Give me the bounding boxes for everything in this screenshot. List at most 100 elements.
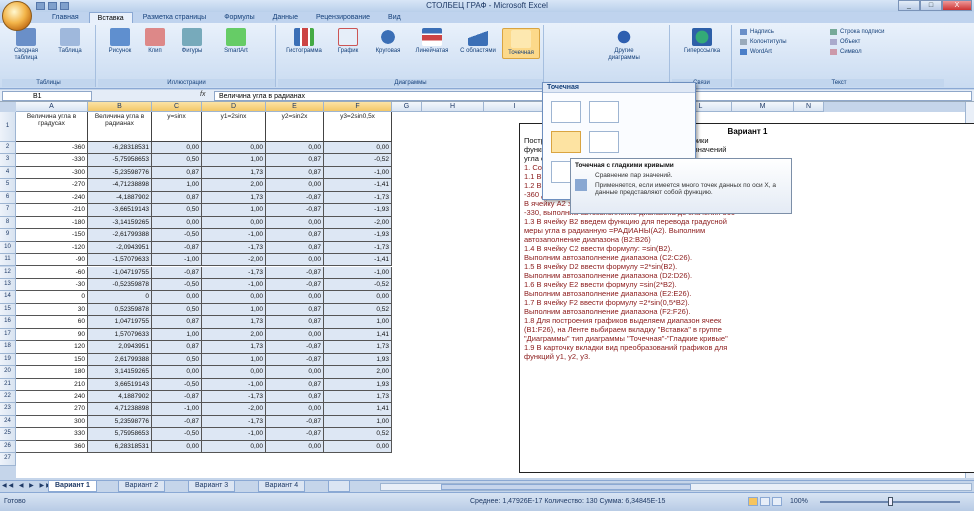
table-cell[interactable]: -1,73 (202, 415, 266, 429)
table-cell[interactable]: 0,87 (152, 166, 202, 180)
table-cell[interactable]: 0,87 (266, 229, 324, 242)
table-cell[interactable]: 1,00 (152, 179, 202, 192)
header-cell[interactable]: y3=2sin0,5x (324, 112, 392, 142)
table-cell[interactable]: 0,52359878 (88, 303, 152, 317)
normal-view-button[interactable] (748, 497, 758, 506)
table-cell[interactable]: 0,00 (266, 291, 324, 304)
table-cell[interactable]: -0,52 (324, 154, 392, 167)
table-cell[interactable]: 210 (16, 378, 88, 391)
table-cell[interactable]: 0,50 (152, 303, 202, 317)
row-header[interactable]: 2 (0, 142, 16, 155)
table-cell[interactable]: 1,73 (324, 341, 392, 354)
table-cell[interactable]: -0,87 (266, 415, 324, 429)
bar-chart-button[interactable]: Линейчатая (410, 28, 454, 55)
table-cell[interactable]: -210 (16, 204, 88, 217)
row-header[interactable]: 27 (0, 453, 16, 466)
table-cell[interactable]: -330 (16, 154, 88, 167)
scatter-smooth-lines-icon[interactable] (551, 131, 581, 153)
table-cell[interactable]: -2,61799388 (88, 229, 152, 242)
table-cell[interactable]: -0,87 (266, 428, 324, 441)
table-cell[interactable]: 0,00 (266, 179, 324, 192)
table-cell[interactable]: -1,73 (324, 191, 392, 205)
table-cell[interactable]: -0,87 (152, 391, 202, 404)
page-break-view-button[interactable] (772, 497, 782, 506)
textbox-item[interactable]: Надпись (740, 29, 774, 35)
smartart-button[interactable]: SmartArt (214, 28, 258, 55)
table-cell[interactable]: 0,50 (152, 204, 202, 217)
table-cell[interactable]: -0,87 (266, 204, 324, 217)
column-header-n[interactable]: N (794, 102, 824, 112)
table-cell[interactable]: -1,00 (202, 428, 266, 441)
column-header-d[interactable]: D (202, 102, 266, 112)
table-cell[interactable]: 0 (88, 291, 152, 304)
table-cell[interactable]: -6,28318531 (88, 142, 152, 155)
table-cell[interactable]: -0,50 (152, 278, 202, 292)
row-header[interactable]: 20 (0, 366, 16, 379)
table-cell[interactable]: -0,87 (152, 415, 202, 429)
table-cell[interactable]: -1,93 (324, 204, 392, 217)
tab-review[interactable]: Рецензирование (308, 12, 378, 23)
scatter-markers-only-icon[interactable] (551, 101, 581, 123)
table-cell[interactable]: -3,66519143 (88, 204, 152, 217)
table-cell[interactable]: -360 (16, 142, 88, 155)
tab-formulas[interactable]: Формулы (216, 12, 262, 23)
table-cell[interactable]: -5,23598776 (88, 166, 152, 180)
table-cell[interactable]: 0,87 (266, 316, 324, 329)
table-cell[interactable]: 0,00 (202, 440, 266, 454)
table-cell[interactable]: 0,00 (324, 142, 392, 155)
table-cell[interactable]: -180 (16, 216, 88, 230)
table-cell[interactable]: 240 (16, 391, 88, 404)
scatter-smooth-markers-icon[interactable] (589, 101, 619, 123)
table-cell[interactable]: -0,52359878 (88, 278, 152, 292)
table-cell[interactable]: -240 (16, 191, 88, 205)
shapes-button[interactable]: Фигуры (172, 28, 212, 55)
other-charts-button[interactable]: Другие диаграммы (598, 28, 650, 62)
table-cell[interactable]: -4,1887902 (88, 191, 152, 205)
scatter-straight-markers-icon[interactable] (589, 131, 619, 153)
table-cell[interactable]: -0,87 (266, 341, 324, 354)
table-cell[interactable]: 0,00 (266, 254, 324, 267)
table-cell[interactable]: 1,04719755 (88, 316, 152, 329)
table-cell[interactable]: -1,73 (324, 241, 392, 255)
page-layout-view-button[interactable] (760, 497, 770, 506)
table-cell[interactable]: -1,57079633 (88, 254, 152, 267)
table-cell[interactable]: 0,00 (152, 440, 202, 454)
table-cell[interactable]: 1,00 (202, 204, 266, 217)
table-cell[interactable]: 0,87 (266, 241, 324, 255)
row-header[interactable]: 4 (0, 166, 16, 180)
table-cell[interactable]: 1,93 (324, 378, 392, 391)
sheet-nav-buttons[interactable]: ◀◀ ◀ ▶ ▶▶ (2, 482, 53, 489)
table-cell[interactable]: 0,00 (266, 142, 324, 155)
table-cell[interactable]: 0,00 (266, 440, 324, 454)
table-cell[interactable]: 0,00 (266, 403, 324, 416)
table-cell[interactable]: 5,23598776 (88, 415, 152, 429)
signature-line-item[interactable]: Строка подписи (830, 29, 884, 35)
table-cell[interactable]: -0,87 (266, 278, 324, 292)
table-cell[interactable]: 60 (16, 316, 88, 329)
table-cell[interactable]: 0,87 (266, 154, 324, 167)
table-cell[interactable]: 90 (16, 328, 88, 342)
table-cell[interactable]: -1,04719755 (88, 266, 152, 279)
table-cell[interactable]: 3,66519143 (88, 378, 152, 391)
table-cell[interactable]: -1,00 (152, 254, 202, 267)
table-cell[interactable]: -4,71238898 (88, 179, 152, 192)
table-cell[interactable]: 30 (16, 303, 88, 317)
table-cell[interactable]: -1,00 (324, 266, 392, 279)
table-cell[interactable]: 4,1887902 (88, 391, 152, 404)
row-header[interactable]: 14 (0, 291, 16, 304)
table-cell[interactable]: -0,50 (152, 378, 202, 391)
table-cell[interactable]: 2,61799388 (88, 353, 152, 367)
table-cell[interactable]: 1,00 (202, 154, 266, 167)
table-cell[interactable]: -2,00 (202, 403, 266, 416)
table-cell[interactable]: -1,41 (324, 179, 392, 192)
table-cell[interactable]: -0,87 (152, 266, 202, 279)
table-cell[interactable]: 1,00 (202, 303, 266, 317)
pie-chart-button[interactable]: Круговая (368, 28, 408, 55)
zoom-level[interactable]: 100% (790, 498, 808, 505)
table-button[interactable]: Таблица (50, 28, 90, 55)
maximize-button[interactable]: □ (920, 0, 942, 11)
table-cell[interactable]: 1,00 (202, 353, 266, 367)
row-header[interactable]: 19 (0, 353, 16, 367)
table-cell[interactable]: 1,93 (324, 353, 392, 367)
row-header[interactable]: 6 (0, 191, 16, 205)
